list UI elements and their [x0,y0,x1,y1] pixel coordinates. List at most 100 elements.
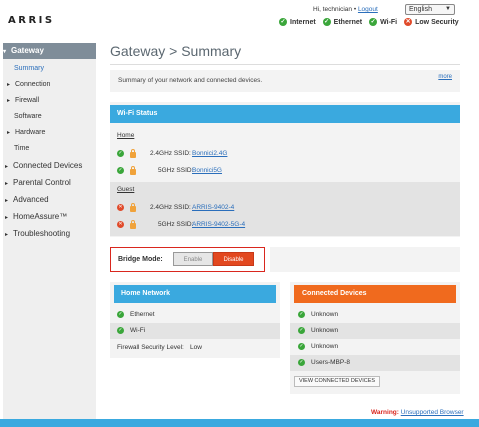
sidebar-item-label: Hardware [15,129,46,136]
alert-icon: ✕ [117,221,124,228]
alert-icon: ✕ [404,18,413,26]
wifi-status-panel: Wi-Fi Status Home ✓ 2.4GHz SSID: Bonnici… [110,102,460,237]
check-icon: ✓ [298,343,305,350]
wifi-status-header: Wi-Fi Status [110,105,460,123]
ssid-link[interactable]: Bonnici5G [192,167,222,174]
summary-text: Summary of your network and connected de… [118,77,263,84]
arris-logo: ARRIS [8,15,55,26]
bridge-mode-panel: Bridge Mode: Enable Disable [110,247,265,272]
warning-label: Warning: [371,409,399,416]
chevron-down-icon: ▾ [3,49,7,55]
home-network-header: Home Network [114,285,276,303]
ssid-label: 5GHz SSID: [158,221,194,228]
chevron-right-icon: ▸ [7,82,11,88]
status-internet: ✓ Internet [279,18,316,26]
sidebar-item-advanced[interactable]: ▸ Advanced [3,195,96,204]
device-name: Unknown [311,343,339,350]
list-item: ✓ Ethernet [110,307,280,323]
connected-devices-header: Connected Devices [294,285,456,303]
sidebar-item-connected-devices[interactable]: ▸ Connected Devices [3,161,96,170]
sidebar: ▾ Gateway Summary ▸ Connection ▸ Firewall S… [3,43,96,419]
bottom-bar [0,419,479,427]
sidebar-item-summary[interactable]: Summary [3,65,96,72]
chevron-right-icon: ▸ [5,181,9,187]
check-icon: ✓ [279,18,287,26]
separator: • [353,6,357,13]
sidebar-item-label: Parental Control [13,178,71,187]
chevron-down-icon: ▼ [445,6,451,12]
sidebar-item-label: Firewall [15,97,40,104]
check-icon: ✓ [298,311,305,318]
sidebar-item-hardware[interactable]: ▸ Hardware [3,129,96,136]
device-name: Unknown [311,311,339,318]
summary-panel: Summary of your network and connected de… [110,70,460,92]
status-security: ✕ Low Security [404,18,459,26]
check-icon: ✓ [117,167,124,174]
list-item: ✕ 2.4GHz SSID: ARRIS-9402-4 [110,200,460,216]
list-item: ✓ 5GHz SSID: Bonnici5G [110,163,460,179]
chevron-right-icon: ▸ [5,198,9,204]
language-value: English [409,6,432,13]
divider [110,64,460,65]
guest-group-label: Guest [117,186,135,193]
sidebar-item-software[interactable]: Software [3,113,96,120]
sidebar-item-gateway[interactable]: ▾ Gateway [3,43,96,59]
list-item: ✓ 2.4GHz SSID: Bonnici2.4G [110,146,460,162]
check-icon: ✓ [322,18,331,26]
ssid-label: 2.4GHz SSID: [150,204,191,211]
lock-icon [130,203,136,212]
sidebar-item-label: Connection [15,81,51,88]
home-network-item: Wi-Fi [130,327,146,334]
ssid-label: 2.4GHz SSID: [150,150,191,157]
firewall-value: Low [190,344,202,351]
check-icon: ✓ [298,327,305,334]
greeting-text: Hi, technician [313,6,353,13]
lock-icon [130,220,136,229]
list-item: ✓ Unknown [290,339,460,355]
ssid-link[interactable]: Bonnici2.4G [192,150,227,157]
user-greeting: Hi, technician • Logout [313,6,378,13]
lock-icon [130,166,136,175]
home-network-item: Ethernet [130,311,155,318]
check-icon: ✓ [117,327,124,334]
home-group-label: Home [117,132,135,139]
view-connected-devices-button[interactable]: VIEW CONNECTED DEVICES [294,376,380,387]
more-link[interactable]: more [438,74,452,80]
sidebar-item-firewall[interactable]: ▸ Firewall [3,97,96,104]
chevron-right-icon: ▸ [5,232,9,238]
status-wifi: ✓ Wi-Fi [369,18,397,26]
header: ARRIS Hi, technician • Logout English ▼ … [0,0,479,36]
list-item: ✕ 5GHz SSID: ARRIS-9402-5G-4 [110,217,460,233]
list-item: ✓ Unknown [290,307,460,323]
chevron-right-icon: ▸ [7,130,11,136]
sidebar-item-time[interactable]: Time [3,145,96,152]
ssid-label: 5GHz SSID: [158,167,194,174]
sidebar-item-troubleshooting[interactable]: ▸ Troubleshooting [3,229,96,238]
sidebar-item-homeassure[interactable]: ▸ HomeAssure™ [3,212,96,221]
sidebar-item-label: Troubleshooting [13,229,71,238]
firewall-label: Firewall Security Level: [117,344,184,351]
status-internet-label: Internet [290,18,316,26]
connected-devices-panel: Connected Devices ✓ Unknown ✓ Unknown ✓ … [290,282,460,394]
sidebar-item-connection[interactable]: ▸ Connection [3,81,96,88]
ssid-link[interactable]: ARRIS-9402-5G-4 [192,221,245,228]
check-icon: ✓ [298,359,305,366]
firewall-row: Firewall Security Level: Low [110,340,280,356]
chevron-right-icon: ▸ [5,215,9,221]
logout-link[interactable]: Logout [358,6,378,13]
list-item: ✓ Users-MBP-8 [290,355,460,371]
bridge-mode-label: Bridge Mode: [118,256,163,263]
unsupported-browser-link[interactable]: Unsupported Browser [401,409,464,416]
sidebar-item-label: Gateway [11,46,44,55]
alert-icon: ✕ [117,204,124,211]
disable-button[interactable]: Disable [213,252,254,266]
enable-button[interactable]: Enable [173,252,213,266]
ssid-link[interactable]: ARRIS-9402-4 [192,204,234,211]
language-select[interactable]: English ▼ [405,4,455,15]
home-network-panel: Home Network ✓ Ethernet ✓ Wi-Fi Firewall… [110,282,280,358]
lock-icon [130,149,136,158]
check-icon: ✓ [369,18,378,26]
sidebar-item-parental-control[interactable]: ▸ Parental Control [3,178,96,187]
sidebar-item-label: Advanced [13,195,49,204]
sidebar-item-label: HomeAssure™ [13,212,68,221]
